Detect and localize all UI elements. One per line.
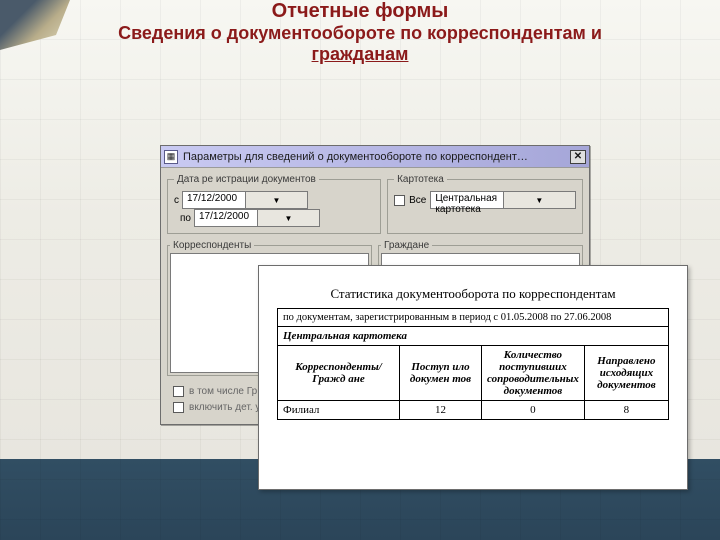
close-button[interactable]: ✕ xyxy=(570,150,586,164)
check-include-detail[interactable] xyxy=(173,402,184,413)
col-head-0: Корреспонденты/Гражд ане xyxy=(278,346,400,401)
date-from-label: с xyxy=(174,195,179,206)
date-from-value: 17/12/2000 xyxy=(183,192,245,208)
check-include-gr[interactable] xyxy=(173,386,184,397)
app-icon: ▦ xyxy=(164,150,178,164)
dialog-titlebar[interactable]: ▦ Параметры для сведений о документообор… xyxy=(161,146,589,168)
date-to-label: по xyxy=(180,213,191,224)
report-kartoteka-row: Центральная картотека xyxy=(278,327,669,346)
report-header-row: Корреспонденты/Гражд ане Поступ ило доку… xyxy=(278,346,669,401)
report-kartoteka: Центральная картотека xyxy=(278,327,669,346)
close-icon: ✕ xyxy=(574,151,582,162)
date-to-input[interactable]: 17/12/2000 ▼ xyxy=(194,209,320,227)
cell-out-docs: 8 xyxy=(584,401,668,420)
all-checkbox[interactable] xyxy=(394,195,405,206)
col-head-3: Направлено исходящих документов xyxy=(584,346,668,401)
page-title-line1: Отчетные формы xyxy=(0,0,720,23)
report-title: Статистика документооборота по корреспон… xyxy=(277,286,669,302)
report-window: Статистика документооборота по корреспон… xyxy=(258,265,688,490)
all-label: Все xyxy=(409,195,426,206)
chevron-down-icon[interactable]: ▼ xyxy=(245,192,307,208)
page-title-line3: гражданам xyxy=(0,44,720,65)
korres-legend: Корреспонденты xyxy=(170,240,254,251)
date-to-value: 17/12/2000 xyxy=(195,210,257,226)
kartoteka-legend: Картотека xyxy=(394,174,447,185)
cell-in-accomp: 0 xyxy=(482,401,585,420)
group-reg-dates: Дата ре истрации документов с 17/12/2000… xyxy=(167,174,381,234)
page-title: Отчетные формы Сведения о документооборо… xyxy=(0,0,720,65)
date-to-field: по 17/12/2000 ▼ xyxy=(180,209,320,227)
check-include-gr-label: в том числе Гр… xyxy=(189,386,267,397)
report-table: по документам, зарегистрированным в пери… xyxy=(277,308,669,420)
table-row: Филиал 12 0 8 xyxy=(278,401,669,420)
kartoteka-select[interactable]: Центральная картотека ▼ xyxy=(430,191,576,209)
date-from-field: с 17/12/2000 ▼ xyxy=(174,191,308,209)
reg-dates-legend: Дата ре истрации документов xyxy=(174,174,319,185)
report-period-row: по документам, зарегистрированным в пери… xyxy=(278,309,669,327)
cell-name: Филиал xyxy=(278,401,400,420)
grazh-legend: Граждане xyxy=(381,240,432,251)
col-head-1: Поступ ило докумен тов xyxy=(399,346,481,401)
col-head-2: Количество поступивших сопроводительных … xyxy=(482,346,585,401)
dialog-title: Параметры для сведений о документооборот… xyxy=(183,151,528,163)
kartoteka-selected: Центральная картотека xyxy=(431,192,502,208)
page-title-line2: Сведения о документообороте по корреспон… xyxy=(0,23,720,44)
date-from-input[interactable]: 17/12/2000 ▼ xyxy=(182,191,308,209)
chevron-down-icon[interactable]: ▼ xyxy=(257,210,319,226)
report-period-text: по документам, зарегистрированным в пери… xyxy=(278,309,669,327)
cell-in-docs: 12 xyxy=(399,401,481,420)
chevron-down-icon[interactable]: ▼ xyxy=(503,192,575,208)
group-kartoteka: Картотека Все Центральная картотека ▼ xyxy=(387,174,583,234)
